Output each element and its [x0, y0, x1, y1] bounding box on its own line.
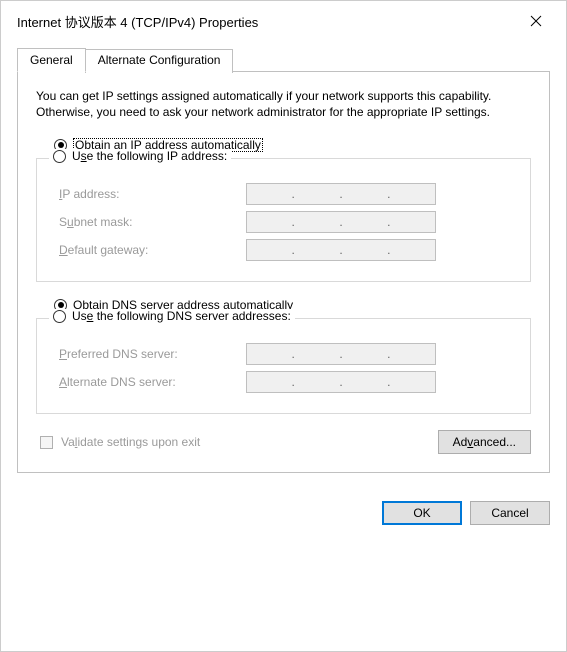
- bottom-row: Validate settings upon exit Advanced...: [36, 430, 531, 454]
- tab-general[interactable]: General: [17, 48, 86, 72]
- cancel-button[interactable]: Cancel: [470, 501, 550, 525]
- radio-icon: [53, 310, 66, 323]
- label-subnet-mask: Subnet mask:: [51, 215, 246, 229]
- row-subnet-mask: Subnet mask: ...: [51, 211, 516, 233]
- input-preferred-dns: ...: [246, 343, 436, 365]
- input-subnet-mask: ...: [246, 211, 436, 233]
- label-alternate-dns: Alternate DNS server:: [51, 375, 246, 389]
- advanced-button[interactable]: Advanced...: [438, 430, 531, 454]
- radio-label: Use the following DNS server addresses:: [72, 309, 291, 323]
- radio-use-following-dns[interactable]: Use the following DNS server addresses:: [49, 309, 295, 323]
- window-title: Internet 协议版本 4 (TCP/IPv4) Properties: [17, 12, 258, 31]
- input-ip-address: ...: [246, 183, 436, 205]
- fieldset-manual-ip: Use the following IP address: IP address…: [36, 158, 531, 282]
- row-alternate-dns: Alternate DNS server: ...: [51, 371, 516, 393]
- input-default-gateway: ...: [246, 239, 436, 261]
- tab-alternate-configuration[interactable]: Alternate Configuration: [85, 49, 234, 73]
- input-alternate-dns: ...: [246, 371, 436, 393]
- radio-use-following-ip[interactable]: Use the following IP address:: [49, 149, 231, 163]
- ok-button[interactable]: OK: [382, 501, 462, 525]
- description-text: You can get IP settings assigned automat…: [36, 88, 531, 120]
- radio-icon: [53, 150, 66, 163]
- checkbox-label: Validate settings upon exit: [61, 435, 200, 449]
- close-icon: [530, 15, 542, 27]
- content-area: General Alternate Configuration You can …: [1, 39, 566, 489]
- row-default-gateway: Default gateway: ...: [51, 239, 516, 261]
- close-button[interactable]: [518, 9, 554, 33]
- checkbox-icon: [40, 436, 53, 449]
- tab-strip: General Alternate Configuration: [17, 47, 550, 72]
- titlebar: Internet 协议版本 4 (TCP/IPv4) Properties: [1, 1, 566, 39]
- label-ip-address: IP address:: [51, 187, 246, 201]
- radio-label: Use the following IP address:: [72, 149, 227, 163]
- row-ip-address: IP address: ...: [51, 183, 516, 205]
- fieldset-manual-dns: Use the following DNS server addresses: …: [36, 318, 531, 414]
- label-preferred-dns: Preferred DNS server:: [51, 347, 246, 361]
- dialog-button-row: OK Cancel: [1, 489, 566, 537]
- row-preferred-dns: Preferred DNS server: ...: [51, 343, 516, 365]
- label-default-gateway: Default gateway:: [51, 243, 246, 257]
- properties-dialog: Internet 协议版本 4 (TCP/IPv4) Properties Ge…: [0, 0, 567, 652]
- tab-panel-general: You can get IP settings assigned automat…: [17, 72, 550, 473]
- checkbox-validate-settings[interactable]: Validate settings upon exit: [36, 435, 200, 449]
